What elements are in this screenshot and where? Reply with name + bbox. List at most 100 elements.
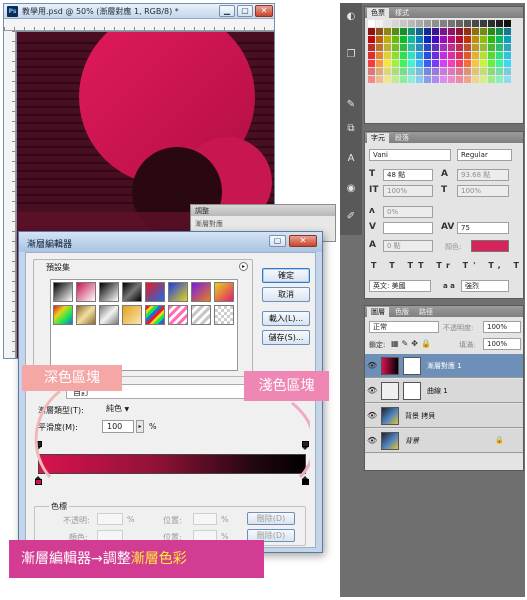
minimize-button[interactable]: ▁ (219, 5, 235, 17)
color-swatch[interactable] (464, 76, 471, 83)
color-swatch[interactable] (480, 68, 487, 75)
preset-swatch[interactable] (168, 282, 188, 302)
color-swatch[interactable] (480, 20, 487, 27)
color-swatch[interactable] (376, 28, 383, 35)
brush-icon[interactable]: ✐ (343, 209, 359, 225)
load-button[interactable]: 載入(L)... (262, 311, 310, 326)
layer-row-curves[interactable]: 👁 曲線 1 (365, 379, 523, 403)
color-swatch[interactable] (432, 68, 439, 75)
color-swatch[interactable] (472, 52, 479, 59)
color-swatch[interactable] (392, 44, 399, 51)
color-swatch[interactable] (368, 20, 375, 27)
color-swatch[interactable] (488, 28, 495, 35)
ok-button[interactable]: 確定 (262, 268, 310, 283)
color-swatch[interactable] (504, 76, 511, 83)
color-swatch[interactable] (384, 44, 391, 51)
color-swatch[interactable] (448, 28, 455, 35)
tracking-field[interactable]: 75 (457, 222, 509, 234)
preset-swatch[interactable] (53, 282, 73, 302)
color-swatch[interactable] (440, 68, 447, 75)
color-swatch[interactable] (400, 52, 407, 59)
horizontal-scale-field[interactable]: 100% (457, 185, 509, 197)
color-swatch[interactable] (464, 68, 471, 75)
tab-swatches[interactable]: 色票 (367, 8, 389, 18)
blend-mode-select[interactable]: 正常 (369, 321, 439, 333)
preset-swatch[interactable] (99, 282, 119, 302)
color-swatch[interactable] (472, 44, 479, 51)
color-swatch[interactable] (464, 28, 471, 35)
color-swatch[interactable] (448, 44, 455, 51)
maximize-button[interactable]: ▢ (237, 5, 253, 17)
color-swatch[interactable] (480, 36, 487, 43)
color-swatch[interactable] (408, 44, 415, 51)
color-swatch[interactable] (424, 28, 431, 35)
color-swatch[interactable] (368, 28, 375, 35)
color-swatch[interactable] (424, 36, 431, 43)
color-swatch[interactable] (472, 76, 479, 83)
layer-opacity-field[interactable]: 100% (483, 321, 521, 333)
palette-icon[interactable]: ◐ (343, 9, 359, 25)
color-swatch[interactable] (400, 68, 407, 75)
tab-paths[interactable]: 路徑 (415, 307, 437, 317)
color-swatch[interactable] (496, 68, 503, 75)
clone-icon[interactable]: ❐ (343, 47, 359, 63)
color-swatch[interactable] (432, 60, 439, 67)
color-swatch[interactable] (504, 36, 511, 43)
color-swatch[interactable] (480, 60, 487, 67)
color-swatch[interactable] (440, 20, 447, 27)
color-swatch[interactable] (432, 44, 439, 51)
color-swatch[interactable] (496, 20, 503, 27)
color-swatch[interactable] (496, 52, 503, 59)
color-swatch[interactable] (496, 76, 503, 83)
preset-swatch[interactable] (145, 305, 165, 325)
color-swatch[interactable] (408, 68, 415, 75)
layer-row-gradient-map[interactable]: 👁 漸層對應 1 (365, 354, 523, 378)
color-swatch[interactable] (368, 52, 375, 59)
preset-swatch[interactable] (191, 305, 211, 325)
color-swatch[interactable] (384, 60, 391, 67)
color-swatch[interactable] (432, 20, 439, 27)
visibility-eye-icon[interactable]: 👁 (367, 411, 377, 420)
color-swatch[interactable] (376, 36, 383, 43)
tab-character[interactable]: 字元 (367, 133, 389, 143)
color-swatch[interactable] (392, 60, 399, 67)
color-swatch[interactable] (376, 44, 383, 51)
presets-swatch-grid[interactable] (50, 279, 238, 371)
character-icon[interactable]: A (343, 151, 359, 167)
color-swatch[interactable] (400, 28, 407, 35)
color-swatch[interactable] (408, 76, 415, 83)
color-swatch[interactable] (384, 68, 391, 75)
color-swatch[interactable] (456, 20, 463, 27)
color-swatch[interactable] (424, 60, 431, 67)
color-swatch[interactable] (480, 28, 487, 35)
preset-swatch[interactable] (99, 305, 119, 325)
lock-icons[interactable]: ▦✎✥🔒 (391, 339, 434, 348)
color-swatch[interactable] (408, 60, 415, 67)
color-swatch[interactable] (504, 20, 511, 27)
dialog-titlebar[interactable]: 漸層編輯器 ▢ ✕ (19, 232, 322, 252)
swatch-grid[interactable] (368, 20, 518, 92)
color-swatch[interactable] (488, 68, 495, 75)
tab-styles[interactable]: 樣式 (391, 8, 413, 18)
color-swatch[interactable] (400, 36, 407, 43)
color-swatch[interactable] (464, 44, 471, 51)
color-swatch[interactable] (416, 44, 423, 51)
color-swatch[interactable] (376, 68, 383, 75)
color-swatch[interactable] (368, 76, 375, 83)
color-swatch[interactable] (480, 44, 487, 51)
color-swatch[interactable] (384, 52, 391, 59)
color-swatch[interactable] (496, 36, 503, 43)
delete-opacity-stop-button[interactable]: 刪除(D) (247, 512, 295, 525)
color-swatch[interactable] (496, 60, 503, 67)
color-swatch[interactable] (504, 44, 511, 51)
preset-swatch[interactable] (76, 282, 96, 302)
fill-field[interactable]: 100% (483, 338, 521, 350)
dialog-maximize-button[interactable]: ▢ (269, 235, 286, 247)
color-swatch[interactable] (400, 76, 407, 83)
tools-icon[interactable]: ✎ (343, 97, 359, 113)
channels-icon[interactable]: ⧉ (343, 121, 359, 137)
color-swatch[interactable] (424, 44, 431, 51)
visibility-eye-icon[interactable]: 👁 (367, 386, 377, 395)
color-swatch[interactable] (368, 44, 375, 51)
kerning-field[interactable] (383, 222, 433, 234)
